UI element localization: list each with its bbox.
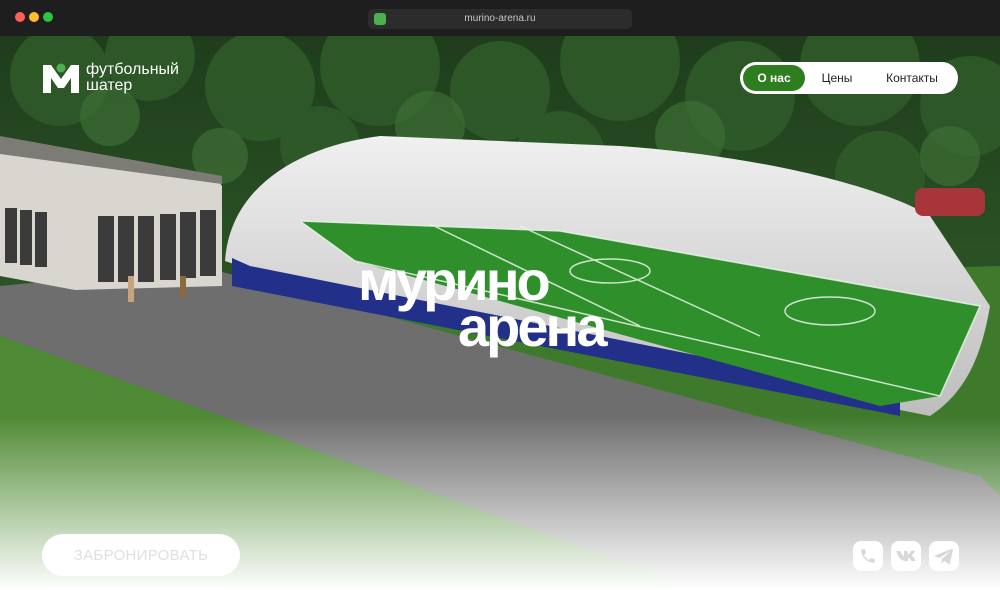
nav-item-about[interactable]: О нас — [743, 65, 805, 91]
logo-line-1: футбольный — [86, 61, 179, 78]
close-window-button[interactable] — [15, 12, 25, 22]
logo-line-2: шатер — [86, 77, 133, 94]
hero-title-line-2: арена — [458, 295, 607, 358]
site-logo[interactable]: футбольный шатер — [42, 62, 179, 94]
address-bar[interactable]: murino-arena.ru — [368, 9, 632, 29]
phone-icon[interactable] — [853, 541, 883, 571]
browser-window: murino-arena.ru футбольный шатер О нас Ц… — [0, 0, 1000, 590]
nav-item-prices[interactable]: Цены — [809, 65, 865, 91]
main-nav: О нас Цены Контакты — [740, 62, 958, 94]
logo-text: футбольный шатер — [86, 62, 179, 94]
url-text: murino-arena.ru — [464, 13, 536, 24]
browser-titlebar: murino-arena.ru — [0, 0, 1000, 36]
logo-mark-icon — [42, 62, 80, 94]
maximize-window-button[interactable] — [43, 12, 53, 22]
telegram-icon[interactable] — [929, 541, 959, 571]
vk-icon[interactable] — [891, 541, 921, 571]
nav-item-contacts[interactable]: Контакты — [869, 65, 955, 91]
book-button[interactable]: ЗАБРОНИРОВАТЬ — [42, 534, 240, 576]
hero-title: мурино арена — [358, 253, 607, 358]
favicon-icon — [374, 13, 386, 25]
minimize-window-button[interactable] — [29, 12, 39, 22]
